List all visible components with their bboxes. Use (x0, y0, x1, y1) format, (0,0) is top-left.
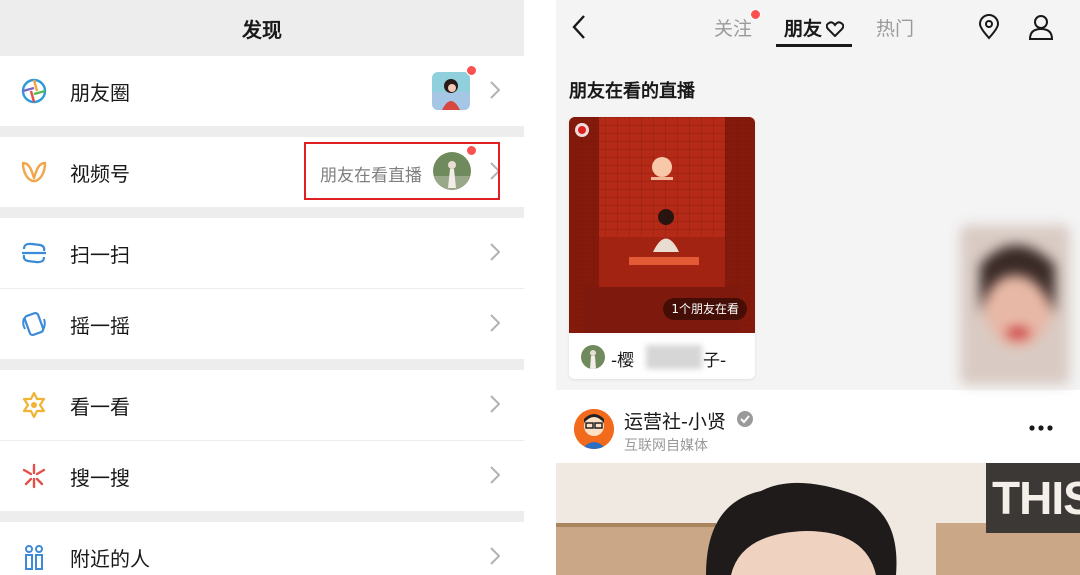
tab-friends[interactable]: 朋友 (784, 14, 822, 41)
discover-title: 发现 (242, 17, 282, 42)
menu-item-label: 视频号 (70, 161, 130, 186)
chevron-right-icon (490, 81, 500, 99)
menu-item-scan[interactable]: 扫一扫 (0, 218, 524, 288)
panel-gap (524, 0, 556, 575)
author-subtitle: 互联网自媒体 (624, 438, 708, 454)
search-icon (22, 463, 46, 489)
more-icon[interactable] (1028, 424, 1054, 432)
back-arrow-icon[interactable] (571, 14, 587, 40)
menu-item-top-stories[interactable]: 看一看 (0, 370, 524, 440)
tab-hot[interactable]: 热门 (876, 14, 914, 41)
name-blur-mask (646, 345, 702, 369)
chevron-right-icon (490, 547, 500, 565)
menu-item-moments[interactable]: 朋友圈 (0, 56, 524, 126)
second-live-card[interactable] (960, 225, 1070, 385)
live-card[interactable]: 1个朋友在看 -樱 子- (569, 117, 755, 379)
preview-sign-text: THIS (992, 472, 1080, 524)
menu-item-label: 朋友圈 (70, 80, 130, 105)
active-tab-underline (776, 44, 852, 47)
chevron-right-icon (490, 466, 500, 484)
menu-item-people-nearby[interactable]: 附近的人 (0, 522, 524, 575)
chevron-right-icon (490, 314, 500, 332)
menu-item-label: 摇一摇 (70, 313, 130, 338)
chevron-right-icon (490, 243, 500, 261)
chevron-right-icon (490, 395, 500, 413)
channels-icon (21, 161, 47, 183)
discover-nav-bar: 发现 (0, 0, 524, 56)
video-preview[interactable]: THIS (556, 463, 1080, 575)
profile-icon[interactable] (1028, 14, 1054, 40)
moments-icon (21, 78, 47, 104)
people-nearby-icon (25, 545, 43, 570)
discover-panel: 发现 朋友圈 视频号 朋友在看直播 扫一扫 摇一摇 看一看 搜一搜 附近的人 (0, 0, 524, 575)
menu-item-search[interactable]: 搜一搜 (0, 441, 524, 511)
menu-item-label: 扫一扫 (70, 242, 130, 267)
top-stories-icon (22, 391, 46, 419)
menu-item-label: 看一看 (70, 394, 130, 419)
menu-item-shake[interactable]: 摇一摇 (0, 289, 524, 359)
menu-item-label: 附近的人 (70, 546, 150, 571)
streamer-name-end: 子- (703, 351, 727, 371)
author-avatar[interactable] (574, 409, 614, 449)
live-viewers-badge: 1个朋友在看 (663, 298, 747, 320)
heart-icon (826, 21, 844, 37)
menu-item-label: 搜一搜 (70, 465, 130, 490)
highlight-box (304, 142, 500, 200)
location-icon[interactable] (978, 14, 1000, 40)
shake-icon (22, 311, 46, 337)
streamer-name-start: -樱 (611, 351, 635, 371)
scan-icon (22, 242, 46, 264)
channels-panel: 关注 朋友 热门 朋友在看的直播 1个朋友在看 -樱 子- 运营社-小贤 互联网… (556, 0, 1080, 575)
section-title: 朋友在看的直播 (569, 81, 695, 102)
moments-avatar (432, 72, 470, 110)
author-name[interactable]: 运营社-小贤 (624, 407, 726, 434)
streamer-avatar (581, 345, 605, 369)
tab-follow-red-dot (750, 9, 761, 20)
tab-follow[interactable]: 关注 (714, 14, 752, 41)
moments-red-dot (466, 65, 477, 76)
verified-badge-icon (737, 411, 753, 427)
